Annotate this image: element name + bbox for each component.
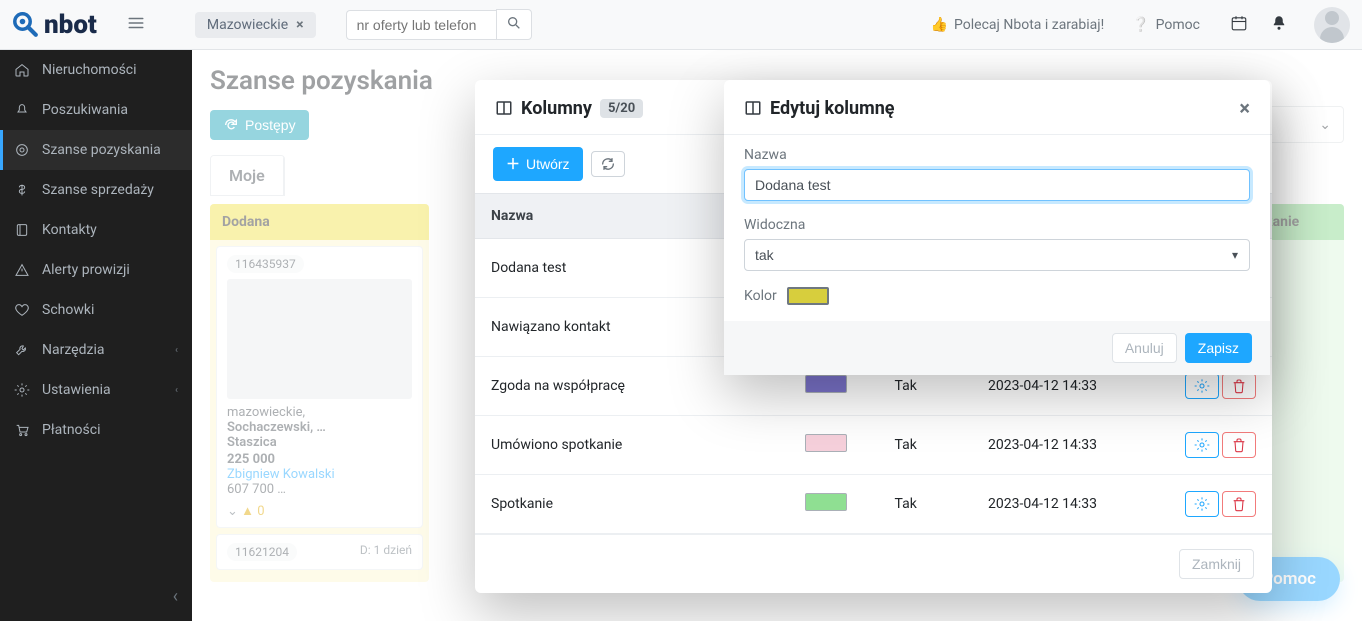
row-name: Spotkanie [475,475,789,534]
row-date: 2023-04-12 14:33 [972,416,1152,475]
menu-toggle-icon[interactable] [121,8,151,42]
table-row: Umówiono spotkanie Tak2023-04-12 14:33 [475,416,1272,475]
offer-search-button[interactable] [496,9,532,40]
topbar: nbot Mazowieckie × 👍 Polecaj Nbota i zar… [0,0,1362,50]
columns-count-badge: 5/20 [600,99,643,118]
row-date: 2023-04-12 14:33 [972,475,1152,534]
chevron-left-icon: ‹ [175,385,178,396]
name-label: Nazwa [744,147,1250,163]
sidebar-collapse-toggle[interactable]: ‹ [0,572,192,621]
row-settings-button[interactable] [1185,491,1219,517]
sidebar-item-narzedzia[interactable]: Narzędzia ‹ [0,330,192,370]
cart-icon [14,422,30,438]
avatar[interactable] [1314,7,1350,43]
sidebar-item-poszukiwania[interactable]: Poszukiwania [0,90,192,130]
column-name-input[interactable] [744,169,1250,201]
target-icon [14,142,30,158]
notifications-icon[interactable] [1264,8,1294,42]
refresh-columns-button[interactable] [591,151,625,177]
create-column-button[interactable]: ＋ Utwórz [493,147,583,181]
plus-icon: ＋ [506,154,520,174]
heart-icon [14,302,30,318]
sidebar: Nieruchomości Poszukiwania Szanse pozysk… [0,50,192,621]
close-icon[interactable]: × [296,17,303,33]
home-icon [14,62,30,78]
search-icon [506,15,522,31]
gear-icon [1194,437,1210,453]
offer-search-input[interactable] [346,10,496,40]
sidebar-item-platnosci[interactable]: Płatności [0,410,192,450]
chevron-left-icon: ‹ [175,345,178,356]
edit-column-modal: Edytuj kolumnę × Nazwa Widoczna tak Kolo… [724,80,1270,375]
columns-modal-title: Kolumny [521,98,592,119]
trash-icon [1231,496,1247,512]
region-chip-label: Mazowieckie [207,17,288,33]
offer-search-group [346,9,532,40]
row-delete-button[interactable] [1222,491,1256,517]
trash-icon [1231,378,1247,394]
row-delete-button[interactable] [1222,373,1256,399]
page-content: Szanse pozyskania Postępy wyszukaj konta… [192,50,1362,621]
save-button[interactable]: Zapisz [1185,333,1252,363]
help-link[interactable]: ❔ Pomoc [1132,17,1200,33]
refresh-icon [600,156,616,172]
row-name: Umówiono spotkanie [475,416,789,475]
close-icon[interactable]: × [1239,96,1250,120]
brand-text: nbot [44,10,97,40]
referral-link[interactable]: 👍 Polecaj Nbota i zarabiaj! [931,17,1105,33]
wrench-icon [14,342,30,358]
sidebar-item-szanse-sprzedazy[interactable]: Szanse sprzedaży [0,170,192,210]
sidebar-item-ustawienia[interactable]: Ustawienia ‹ [0,370,192,410]
sidebar-item-nieruchomosci[interactable]: Nieruchomości [0,50,192,90]
row-delete-button[interactable] [1222,432,1256,458]
dollar-icon [14,182,30,198]
help-icon: ❔ [1132,17,1149,33]
column-visible-select[interactable]: tak [744,239,1250,271]
bell-icon [14,102,30,118]
columns-icon [744,99,762,117]
row-visible: Tak [879,475,973,534]
row-color-swatch [805,375,847,393]
column-color-swatch[interactable] [787,287,829,305]
brand-logo[interactable]: nbot [12,10,97,40]
row-visible: Tak [879,416,973,475]
thumbs-up-icon: 👍 [931,17,948,33]
row-color-swatch [805,493,847,511]
sidebar-item-schowki[interactable]: Schowki [0,290,192,330]
trash-icon [1231,437,1247,453]
alert-icon [14,262,30,278]
region-chip[interactable]: Mazowieckie × [195,12,316,38]
cancel-button[interactable]: Anuluj [1112,333,1177,363]
columns-icon [495,99,513,117]
contacts-icon [14,222,30,238]
gear-icon [14,382,30,398]
gear-icon [1194,378,1210,394]
sidebar-item-szanse-pozyskania[interactable]: Szanse pozyskania [0,130,192,170]
sidebar-item-kontakty[interactable]: Kontakty [0,210,192,250]
row-settings-button[interactable] [1185,432,1219,458]
close-columns-button[interactable]: Zamknij [1179,549,1254,579]
row-color-swatch [805,434,847,452]
logo-icon [12,11,40,39]
edit-modal-title: Edytuj kolumnę [770,98,895,119]
visible-label: Widoczna [744,217,1250,233]
color-label: Kolor [744,288,777,304]
calendar-icon[interactable] [1224,8,1254,42]
chevron-left-icon: ‹ [173,586,178,607]
sidebar-item-alerty-prowizji[interactable]: Alerty prowizji [0,250,192,290]
row-settings-button[interactable] [1185,373,1219,399]
table-row: Spotkanie Tak2023-04-12 14:33 [475,475,1272,534]
gear-icon [1194,496,1210,512]
